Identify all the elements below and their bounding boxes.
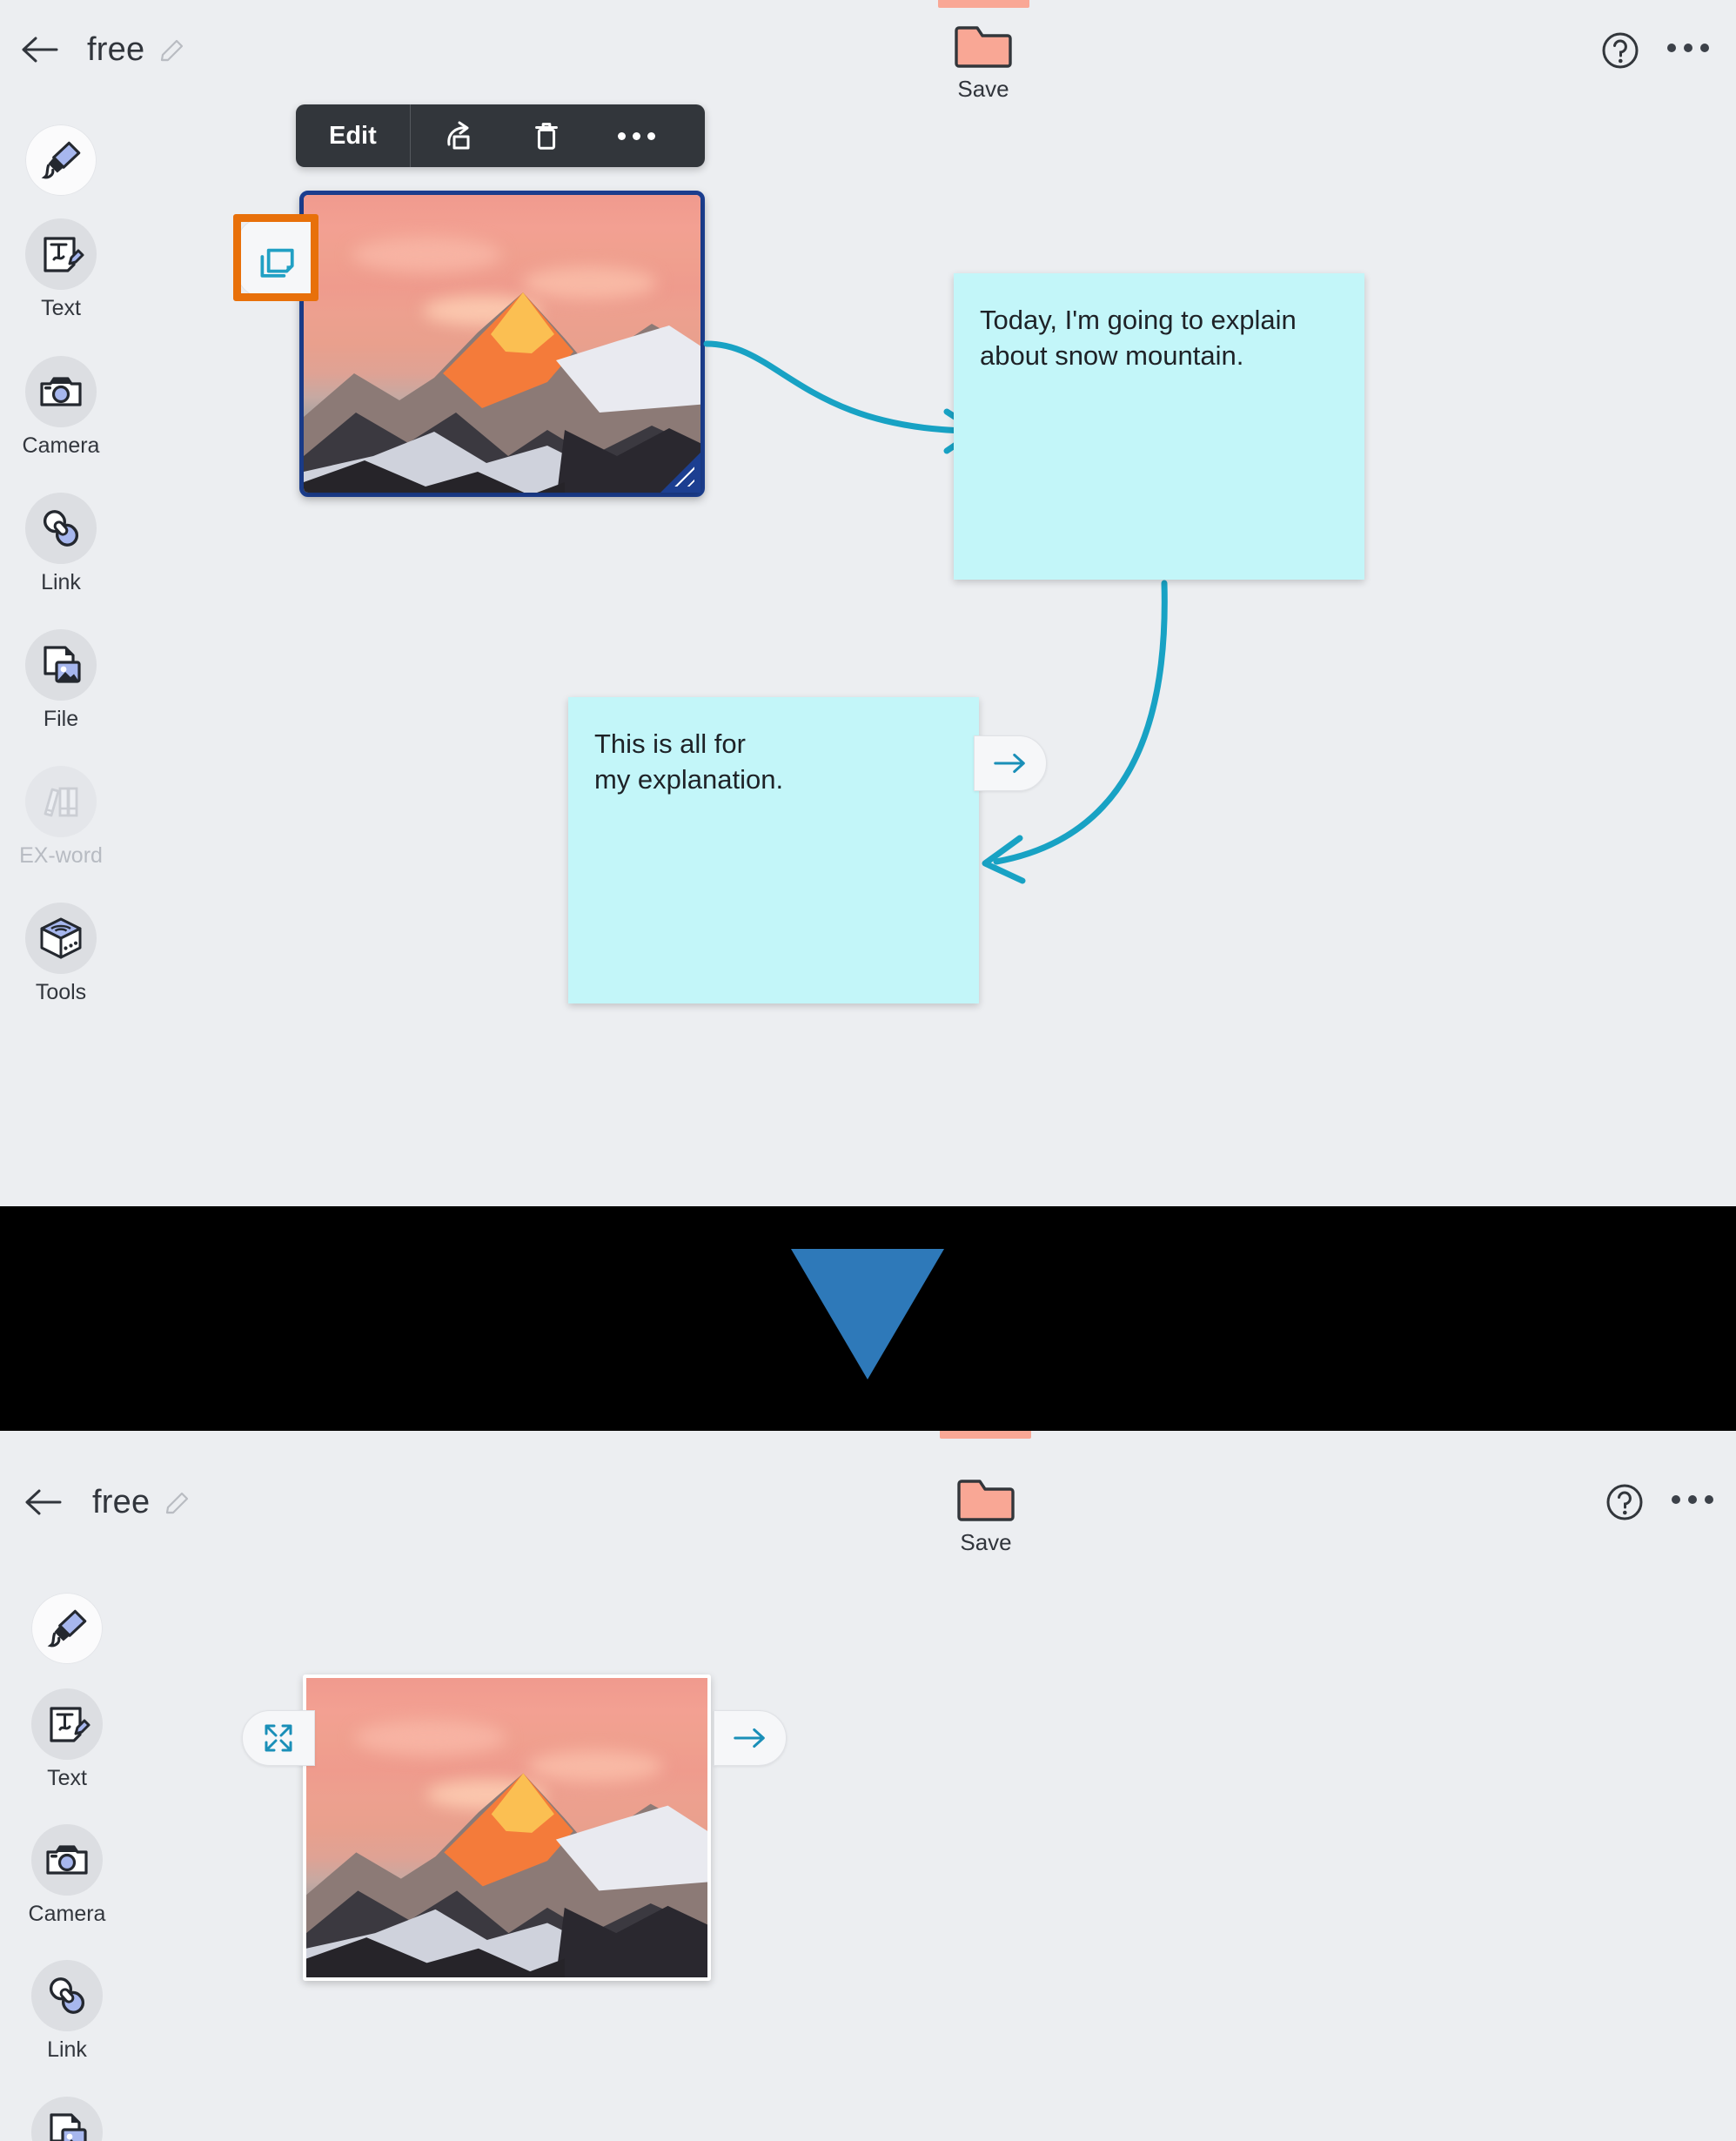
expand-fullscreen-icon (265, 1724, 292, 1752)
sidebar-item-link[interactable]: Link (6, 1960, 128, 2063)
sidebar-item-text[interactable]: Text (0, 218, 122, 321)
sidebar-item-file[interactable]: File (0, 629, 122, 732)
save-label: Save (960, 1529, 1012, 1555)
arrow-right-icon (734, 1728, 765, 1748)
back-button[interactable] (19, 1479, 66, 1526)
folder-icon (954, 23, 1013, 68)
header-more-button[interactable] (1667, 44, 1709, 52)
help-circle-icon[interactable] (1599, 30, 1641, 71)
mountain-photo (304, 195, 700, 493)
triangle-down-icon (791, 1249, 944, 1379)
save-accent-bar (940, 1431, 1031, 1439)
more-dot (1684, 44, 1692, 52)
pencil-icon[interactable] (157, 37, 186, 66)
more-dot (1667, 44, 1676, 52)
duplicate-layers-icon (237, 218, 315, 298)
page-title: free (87, 31, 145, 68)
edit-button[interactable]: Edit (296, 104, 410, 167)
toolbar-more-button[interactable] (592, 104, 682, 167)
bottom-panel-after-state: free Save Text Camera Link (0, 1431, 1736, 2141)
object-context-toolbar: Edit (296, 104, 705, 167)
header-more-button[interactable] (1672, 1495, 1713, 1504)
arrow-right-icon (994, 753, 1025, 774)
help-circle-icon[interactable] (1604, 1481, 1646, 1523)
sidebar-item-camera[interactable]: Camera (0, 356, 122, 459)
sidebar-item-label: Link (41, 570, 81, 594)
file-image-icon (25, 629, 97, 701)
link-chain-icon (25, 493, 97, 564)
file-image-icon (31, 2097, 103, 2141)
camera-icon (25, 356, 97, 427)
sidebar-item-pen[interactable] (6, 1593, 128, 1670)
note-line: my explanation. (594, 763, 784, 795)
toolbox-cube-icon (25, 903, 97, 974)
folder-icon (956, 1476, 1015, 1521)
sticky-note-2[interactable]: This is all for my explanation. (568, 697, 979, 1003)
sidebar-item-label: Text (41, 296, 81, 320)
mountain-photo[interactable] (303, 1675, 711, 1981)
transition-band (0, 1206, 1736, 1431)
camera-icon (31, 1824, 103, 1896)
sidebar-item-label: Camera (22, 433, 100, 458)
duplicate-button[interactable] (237, 218, 315, 298)
pencil-icon[interactable] (162, 1489, 191, 1519)
next-button[interactable] (714, 1710, 787, 1766)
note-next-button[interactable] (974, 735, 1047, 791)
note-line: about snow mountain. (980, 339, 1244, 371)
save-button[interactable]: Save (925, 1476, 1047, 1556)
sidebar-item-label: EX-word (19, 843, 103, 868)
save-accent-bar (938, 0, 1029, 8)
sidebar-item-tools[interactable]: Tools (0, 903, 122, 1005)
sidebar-item-label: File (43, 707, 79, 731)
text-edit-icon (25, 218, 97, 290)
sidebar-item-exword: EX-word (0, 766, 122, 869)
sidebar-item-text[interactable]: Text (6, 1688, 128, 1791)
marker-pen-icon (25, 124, 97, 196)
sidebar-item-label: Text (47, 1766, 87, 1790)
sidebar-item-pen[interactable] (0, 124, 122, 202)
sidebar-item-file[interactable]: File (6, 2097, 128, 2141)
more-dot (1700, 44, 1709, 52)
books-icon (25, 766, 97, 837)
sidebar-item-label: Tools (35, 980, 87, 1004)
marker-pen-icon (31, 1593, 103, 1664)
app-screen: free Save Text Camera Link File EX-word … (0, 0, 1736, 2141)
back-button[interactable] (16, 26, 63, 73)
save-button[interactable]: Save (922, 23, 1044, 103)
link-chain-icon (31, 1960, 103, 2031)
top-panel-before-state: free Save Text Camera Link File EX-word … (0, 0, 1736, 1206)
sticky-note-1[interactable]: Today, I'm going to explain about snow m… (954, 273, 1364, 580)
expand-button[interactable] (242, 1710, 315, 1766)
save-label: Save (957, 76, 1009, 102)
sidebar-item-label: Camera (28, 1902, 106, 1926)
text-edit-icon (31, 1688, 103, 1760)
trash-icon[interactable] (501, 104, 592, 167)
page-title: free (92, 1484, 151, 1520)
sidebar-item-camera[interactable]: Camera (6, 1824, 128, 1927)
note-line: This is all for (594, 728, 746, 759)
sidebar-item-link[interactable]: Link (0, 493, 122, 595)
sidebar-item-label: Link (47, 2037, 87, 2062)
share-export-icon[interactable] (411, 104, 501, 167)
note-line: Today, I'm going to explain (980, 305, 1297, 335)
connector-note1-to-note2 (982, 580, 1168, 884)
more-horizontal-icon (618, 131, 656, 140)
image-object-selected[interactable] (299, 191, 705, 497)
